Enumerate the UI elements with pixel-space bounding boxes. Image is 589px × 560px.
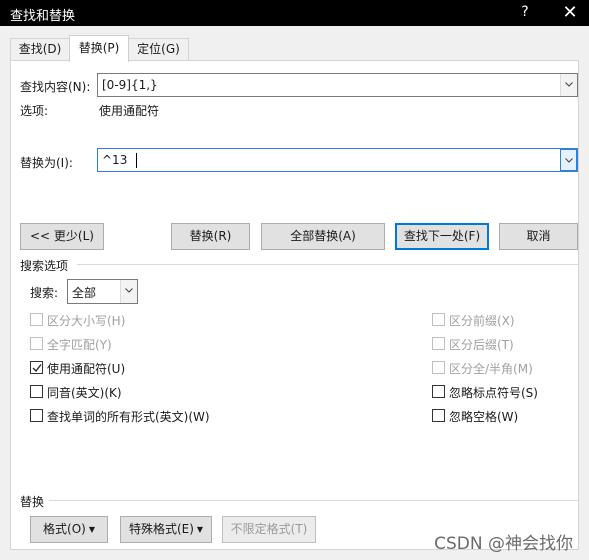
- dialog-body: 查找(D) 替换(P) 定位(G) 查找内容(N): [0-9]{1,} 选项:…: [0, 26, 589, 560]
- find-what-input[interactable]: [0-9]{1,}: [97, 73, 578, 97]
- dropdown-arrow-icon: ▼: [196, 525, 204, 534]
- all-word-forms-label: 查找单词的所有形式(英文)(W): [47, 410, 210, 424]
- text-cursor: [136, 153, 137, 168]
- close-button[interactable]: ✕: [560, 2, 580, 23]
- checkbox-box: [432, 313, 445, 326]
- format-button[interactable]: 格式(O) ▼: [30, 516, 108, 543]
- find-what-value: [0-9]{1,}: [102, 78, 158, 92]
- replace-with-value: ^13: [102, 153, 128, 167]
- match-prefix-label: 区分前缀(X): [449, 314, 515, 328]
- checkbox-box: [432, 385, 445, 398]
- checkbox-box: [432, 409, 445, 422]
- whole-word-label: 全字匹配(Y): [47, 338, 112, 352]
- tab-replace-label: 替换(P): [78, 41, 120, 55]
- checkbox-box: [30, 361, 43, 374]
- sounds-like-label: 同音(英文)(K): [47, 386, 122, 400]
- match-width-checkbox[interactable]: 区分全/半角(M): [432, 360, 552, 376]
- replace-section-title: 替换: [20, 495, 45, 509]
- sounds-like-checkbox[interactable]: 同音(英文)(K): [30, 384, 170, 400]
- checkbox-box: [432, 337, 445, 350]
- less-button[interactable]: << 更少(L): [20, 223, 104, 250]
- ignore-whitespace-checkbox[interactable]: 忽略空格(W): [432, 408, 552, 424]
- ignore-whitespace-label: 忽略空格(W): [449, 410, 519, 424]
- checkbox-box: [30, 385, 43, 398]
- checkbox-box: [30, 337, 43, 350]
- options-value: 使用通配符: [99, 104, 160, 118]
- match-width-label: 区分全/半角(M): [449, 362, 533, 376]
- match-suffix-checkbox[interactable]: 区分后缀(T): [432, 336, 552, 352]
- help-button[interactable]: ?: [518, 4, 532, 20]
- checkbox-box: [30, 313, 43, 326]
- replace-with-input[interactable]: ^13: [97, 148, 578, 172]
- match-case-label: 区分大小写(H): [47, 314, 126, 328]
- tab-goto[interactable]: 定位(G): [128, 38, 189, 61]
- tab-find[interactable]: 查找(D): [10, 38, 70, 61]
- search-scope-dropdown[interactable]: [120, 280, 137, 303]
- replace-with-dropdown[interactable]: [560, 149, 577, 171]
- ignore-punctuation-label: 忽略标点符号(S): [449, 386, 538, 400]
- match-prefix-checkbox[interactable]: 区分前缀(X): [432, 312, 552, 328]
- checkmark-icon: [32, 364, 42, 372]
- special-format-button-label: 特殊格式(E): [128, 522, 194, 536]
- replace-section-divider: [49, 500, 578, 501]
- find-what-label: 查找内容(N):: [20, 80, 91, 94]
- ignore-punctuation-checkbox[interactable]: 忽略标点符号(S): [432, 384, 552, 400]
- cancel-button[interactable]: 取消: [499, 223, 578, 250]
- use-wildcards-checkbox[interactable]: 使用通配符(U): [30, 360, 170, 376]
- tab-replace[interactable]: 替换(P): [69, 35, 129, 62]
- options-label: 选项:: [20, 104, 49, 118]
- chevron-down-icon: [565, 158, 573, 163]
- use-wildcards-label: 使用通配符(U): [47, 362, 126, 376]
- search-scope-value: 全部: [72, 286, 97, 300]
- no-formatting-button[interactable]: 不限定格式(T): [222, 516, 316, 543]
- chevron-down-icon: [565, 82, 573, 87]
- format-button-label: 格式(O): [43, 522, 86, 536]
- replace-panel: 查找内容(N): [0-9]{1,} 选项: 使用通配符 替换为(I): ^13…: [10, 60, 579, 550]
- search-options-title: 搜索选项: [20, 259, 69, 273]
- tab-find-label: 查找(D): [18, 42, 62, 56]
- chevron-down-icon: [125, 288, 133, 293]
- replace-all-button[interactable]: 全部替换(A): [261, 223, 385, 250]
- dropdown-arrow-icon: ▼: [88, 525, 95, 534]
- csdn-watermark: CSDN @神会找你: [434, 534, 573, 554]
- tab-goto-label: 定位(G): [137, 42, 180, 56]
- find-next-button[interactable]: 查找下一处(F): [395, 223, 489, 250]
- checkbox-box: [432, 361, 445, 374]
- window-title: 查找和替换: [10, 9, 76, 24]
- whole-word-checkbox[interactable]: 全字匹配(Y): [30, 336, 170, 352]
- search-scope-label: 搜索:: [30, 286, 59, 300]
- special-format-button[interactable]: 特殊格式(E) ▼: [120, 516, 212, 543]
- title-bar: 查找和替换 ? ✕: [0, 0, 589, 26]
- find-what-dropdown[interactable]: [560, 74, 577, 96]
- match-suffix-label: 区分后缀(T): [449, 338, 514, 352]
- match-case-checkbox[interactable]: 区分大小写(H): [30, 312, 170, 328]
- search-options-divider: [77, 264, 578, 265]
- all-word-forms-checkbox[interactable]: 查找单词的所有形式(英文)(W): [30, 408, 230, 424]
- search-scope-select[interactable]: 全部: [67, 279, 138, 304]
- replace-button[interactable]: 替换(R): [171, 223, 250, 250]
- replace-with-label: 替换为(I):: [20, 156, 73, 170]
- checkbox-box: [30, 409, 43, 422]
